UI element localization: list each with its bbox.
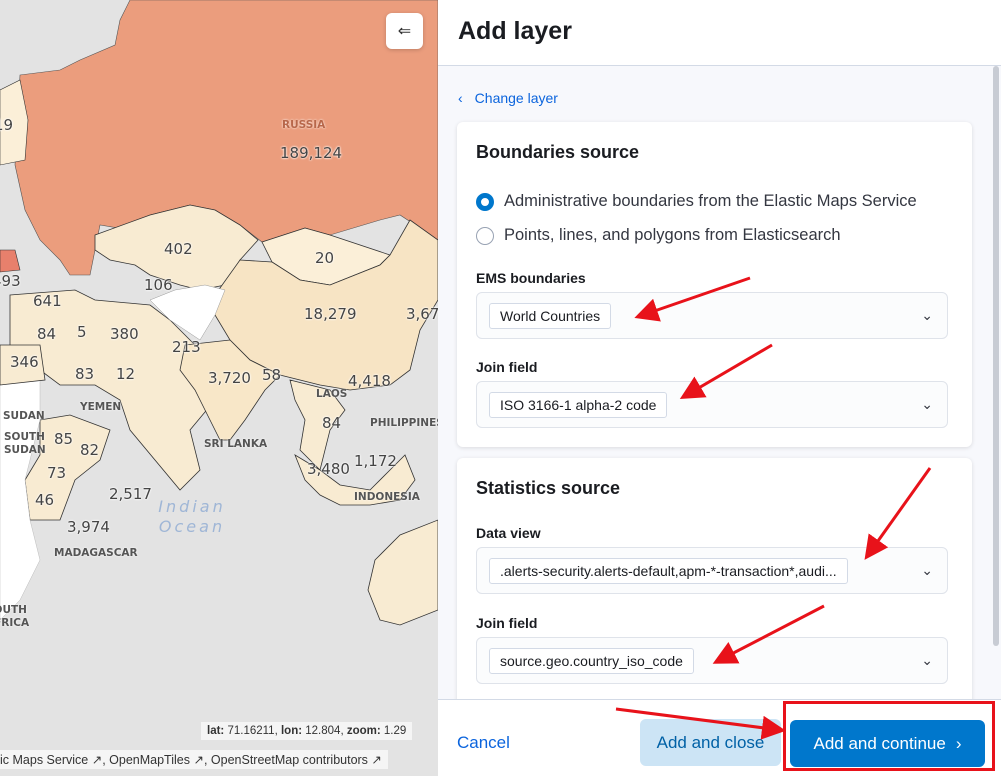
country-label-south-sudan: SOUTH SUDAN xyxy=(4,431,46,456)
country-label-indonesia: INDONESIA xyxy=(354,491,420,503)
cancel-button[interactable]: Cancel xyxy=(457,733,510,753)
collapse-arrow-icon: ⇐ xyxy=(397,23,412,40)
value-iraq: 5 xyxy=(77,323,87,341)
lon-value: 12.804 xyxy=(305,725,341,737)
chevron-left-icon: ‹ xyxy=(458,90,463,106)
collapse-panel-button[interactable]: ⇐ xyxy=(386,13,423,49)
external-link-icon: ↗ xyxy=(371,753,382,767)
country-label-laos: LAOS xyxy=(316,388,348,400)
ems-boundaries-label: EMS boundaries xyxy=(476,270,586,286)
attribution-link-osm[interactable]: OpenStreetMap contributors xyxy=(211,753,368,767)
radio-ems-boundaries[interactable]: Administrative boundaries from the Elast… xyxy=(476,192,956,211)
value-romania: 493 xyxy=(0,272,21,290)
value-egypt: 346 xyxy=(10,353,39,371)
panel-title: Add layer xyxy=(458,17,572,45)
value-indonesia: 1,172 xyxy=(354,452,397,470)
panel-footer: Cancel Add and close Add and continue › xyxy=(438,699,1001,776)
lon-label: lon: xyxy=(280,725,303,737)
add-and-continue-label: Add and continue xyxy=(813,733,946,753)
statistics-source-title: Statistics source xyxy=(476,478,621,498)
add-and-continue-button[interactable]: Add and continue › xyxy=(790,720,985,767)
external-link-icon: ↗ xyxy=(91,753,103,767)
add-layer-panel: Add layer ‹ Change layer Boundaries sourc… xyxy=(438,0,1001,776)
attribution-link-ems[interactable]: ic Maps Service xyxy=(0,753,88,767)
coordinates-readout: lat: 71.16211, lon: 12.804, zoom: 1.29 xyxy=(201,722,413,740)
country-label-yemen: YEMEN xyxy=(80,401,122,413)
value-malaysia: 3,480 xyxy=(307,460,350,478)
value-somalia: 82 xyxy=(80,441,100,459)
value-tanzania: 46 xyxy=(35,491,55,509)
join-field-label: Join field xyxy=(476,359,538,375)
value-seychelles: 2,517 xyxy=(109,485,152,503)
boundaries-join-field-select[interactable]: ISO 3166-1 alpha-2 code ⌄ xyxy=(476,381,948,428)
value-kenya: 73 xyxy=(47,464,67,482)
chevron-down-icon: ⌄ xyxy=(921,307,933,323)
ems-boundaries-select[interactable]: World Countries ⌄ xyxy=(476,292,948,339)
chevron-down-icon: ⌄ xyxy=(921,562,933,578)
selected-value-pill: .alerts-security.alerts-default,apm-*-tr… xyxy=(489,557,848,584)
value-oman: 12 xyxy=(116,365,136,383)
data-view-label: Data view xyxy=(476,525,541,541)
country-label-south-africa: SOUTH AFRICA xyxy=(0,604,30,629)
value-thailand: 84 xyxy=(322,414,342,432)
country-label-madagascar: MADAGASCAR xyxy=(54,547,138,559)
map-attribution: ic Maps Service ↗, OpenMapTiles ↗, OpenS… xyxy=(0,750,388,769)
boundaries-source-card: Boundaries source Administrative boundar… xyxy=(457,122,972,447)
value-russia: 189,124 xyxy=(280,144,343,162)
radio-label: Points, lines, and polygons from Elastic… xyxy=(504,226,841,244)
lat-label: lat: xyxy=(207,725,225,737)
value-japan: 3,674 xyxy=(406,305,438,323)
value-india: 3,720 xyxy=(208,369,251,387)
value-iran: 380 xyxy=(110,325,139,343)
attribution-link-openmaptiles[interactable]: OpenMapTiles xyxy=(109,753,190,767)
lat-value: 71.16211 xyxy=(227,725,275,737)
zoom-value: 1.29 xyxy=(383,725,407,737)
radio-label: Administrative boundaries from the Elast… xyxy=(504,192,917,210)
country-label-sri-lanka: SRI LANKA xyxy=(204,438,268,450)
external-link-icon: ↗ xyxy=(193,753,204,767)
join-field-label: Join field xyxy=(476,615,538,631)
value-afghanistan: 213 xyxy=(172,338,201,356)
add-and-close-label: Add and close xyxy=(656,732,765,752)
selected-value-pill: World Countries xyxy=(489,302,612,329)
change-layer-label: Change layer xyxy=(474,90,558,106)
radio-elasticsearch-source[interactable]: Points, lines, and polygons from Elastic… xyxy=(476,226,956,245)
value-china: 18,279 xyxy=(304,305,357,323)
statistics-join-field-select[interactable]: source.geo.country_iso_code ⌄ xyxy=(476,637,948,684)
selected-value-pill: source.geo.country_iso_code xyxy=(489,647,694,674)
country-label-philippines: PHILIPPINES xyxy=(370,417,438,429)
country-romania xyxy=(0,249,21,273)
value-finland: 19 xyxy=(0,116,14,134)
country-label-sudan: SUDAN xyxy=(3,410,45,422)
zoom-label: zoom: xyxy=(346,725,381,737)
chevron-down-icon: ⌄ xyxy=(921,652,933,668)
selected-value-pill: ISO 3166-1 alpha-2 code xyxy=(489,391,668,418)
radio-unselected-icon xyxy=(476,226,494,245)
value-ethiopia: 85 xyxy=(54,430,74,448)
value-kazakhstan: 402 xyxy=(164,240,193,258)
value-turkey: 641 xyxy=(33,292,62,310)
change-layer-link[interactable]: ‹ Change layer xyxy=(458,90,558,106)
country-label-russia: RUSSIA xyxy=(282,119,326,131)
value-uzbekistan: 106 xyxy=(144,276,173,294)
statistics-source-card: Statistics source Data view .alerts-secu… xyxy=(457,458,972,718)
panel-scrollbar[interactable] xyxy=(993,66,999,646)
boundaries-source-title: Boundaries source xyxy=(476,142,640,162)
ocean-label: Indian Ocean xyxy=(158,497,226,536)
chevron-right-icon: › xyxy=(955,733,962,753)
country-australia xyxy=(367,519,438,626)
add-and-close-button[interactable]: Add and close xyxy=(640,719,781,766)
value-mozambique: 3,974 xyxy=(67,518,110,536)
map-canvas[interactable]: RUSSIA 189,124 402 20 18,279 3,674 106 6… xyxy=(0,0,438,776)
value-israel: 84 xyxy=(37,325,57,343)
value-vietnam: 4,418 xyxy=(348,372,391,390)
value-mongolia: 20 xyxy=(315,249,335,267)
panel-header: Add layer xyxy=(438,0,1001,66)
data-view-select[interactable]: .alerts-security.alerts-default,apm-*-tr… xyxy=(476,547,948,594)
value-bangladesh: 58 xyxy=(262,366,282,384)
value-saudi: 83 xyxy=(75,365,95,383)
radio-selected-icon xyxy=(476,192,494,211)
chevron-down-icon: ⌄ xyxy=(921,396,933,412)
